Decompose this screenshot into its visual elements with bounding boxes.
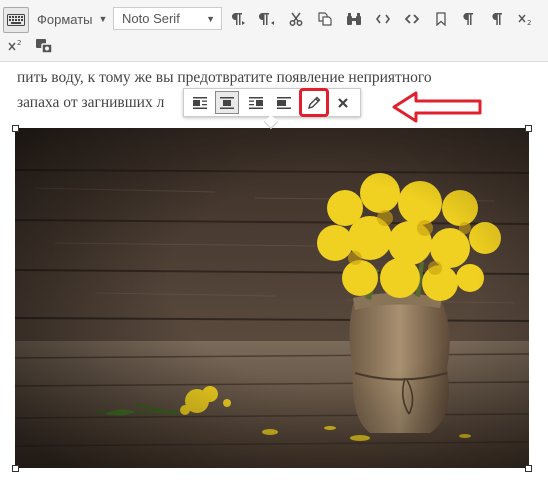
resize-handle-top-right[interactable]	[525, 125, 532, 132]
formats-dropdown[interactable]: Форматы ▼	[37, 9, 107, 29]
svg-text:2: 2	[17, 39, 21, 47]
resize-handle-top-left[interactable]	[12, 125, 19, 132]
superscript-icon[interactable]: 2	[3, 34, 27, 58]
chevron-down-icon: ▼	[206, 13, 215, 24]
resize-handle-bottom-right[interactable]	[525, 465, 532, 472]
no-align-icon[interactable]	[272, 91, 296, 114]
flowers-photo	[15, 128, 529, 468]
align-left-icon[interactable]	[188, 91, 212, 114]
editor-toolbar: Форматы ▼ Noto Serif ▼ 2 2	[0, 0, 548, 62]
text-line: пить воду, к тому же вы предотвратите по…	[17, 69, 432, 86]
svg-text:2: 2	[527, 19, 531, 26]
preview-icon[interactable]	[32, 34, 56, 58]
align-center-icon[interactable]	[215, 91, 239, 114]
highlight-edit-button-annotation	[299, 88, 329, 117]
copy-icon[interactable]	[313, 7, 337, 31]
selected-image[interactable]	[15, 128, 529, 468]
code-icon[interactable]	[371, 7, 395, 31]
paragraph-rtl-icon[interactable]	[255, 7, 279, 31]
paragraph-ltr-icon[interactable]	[226, 7, 250, 31]
formats-label: Форматы	[37, 11, 93, 27]
chevron-down-icon: ▼	[98, 14, 108, 24]
font-family-select[interactable]: Noto Serif ▼	[113, 7, 222, 30]
font-family-value: Noto Serif	[122, 11, 180, 26]
red-arrow-annotation	[392, 91, 482, 123]
source-code-icon[interactable]	[400, 7, 424, 31]
show-blocks-icon[interactable]	[456, 7, 480, 31]
remove-close-icon[interactable]	[331, 91, 355, 114]
resize-handle-bottom-left[interactable]	[12, 465, 19, 472]
cut-icon[interactable]	[284, 7, 308, 31]
image-inline-toolbar	[183, 88, 361, 130]
bookmark-icon[interactable]	[429, 7, 453, 31]
keyboard-icon[interactable]	[3, 7, 29, 33]
find-icon[interactable]	[342, 7, 366, 31]
subscript-icon[interactable]: 2	[513, 7, 537, 31]
pilcrow-icon[interactable]	[485, 7, 509, 31]
align-right-icon[interactable]	[244, 91, 268, 114]
